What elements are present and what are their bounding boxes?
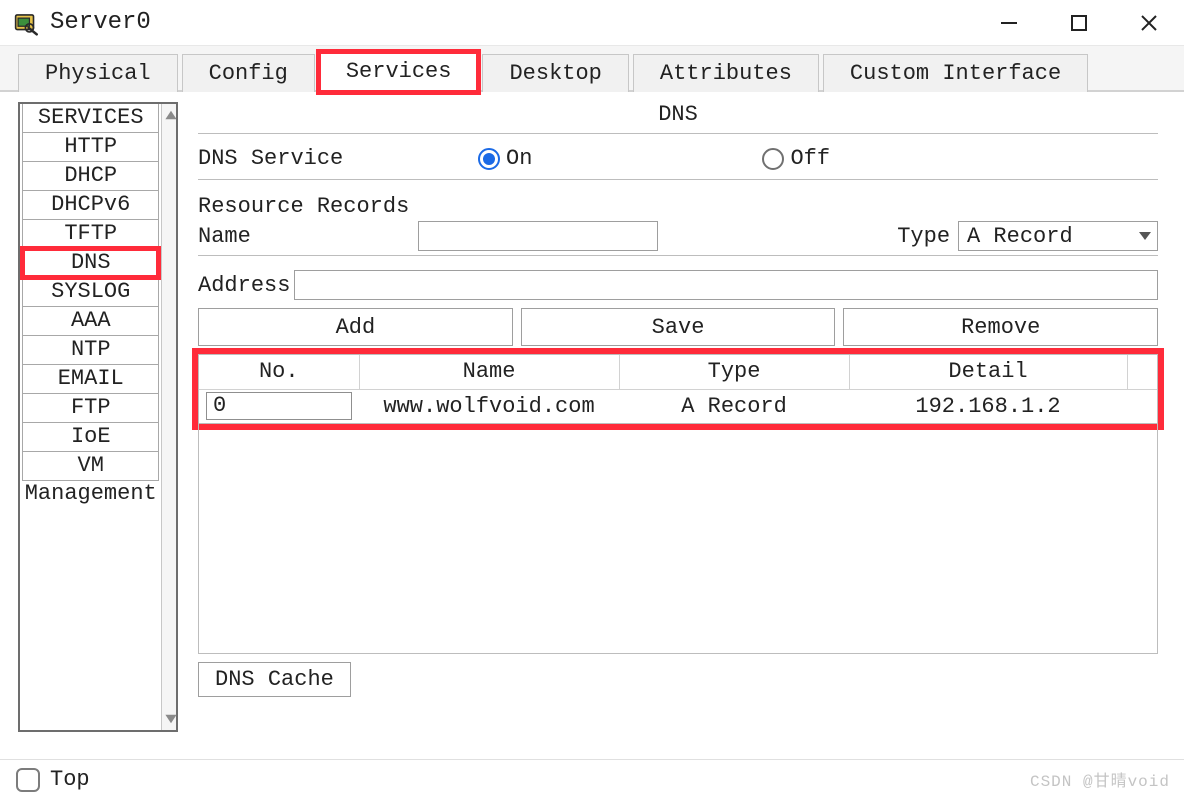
type-select-value: A Record <box>967 224 1073 249</box>
sidebar-scrollbar[interactable] <box>161 104 176 730</box>
radio-off-icon <box>762 148 784 170</box>
sidebar-item-http[interactable]: HTTP <box>22 132 159 162</box>
add-button[interactable]: Add <box>198 308 513 346</box>
close-button[interactable] <box>1114 0 1184 46</box>
footer: Top <box>0 759 1184 799</box>
type-select[interactable]: A Record <box>958 221 1158 251</box>
watermark: CSDN @甘晴void <box>1030 767 1170 791</box>
panel-title: DNS <box>198 102 1158 134</box>
tab-physical[interactable]: Physical <box>18 54 178 92</box>
cell-name: www.wolfvoid.com <box>359 389 619 423</box>
scroll-down-icon <box>164 712 178 726</box>
sidebar-item-syslog[interactable]: SYSLOG <box>22 277 159 307</box>
col-type[interactable]: Type <box>619 355 849 389</box>
name-label: Name <box>198 224 308 249</box>
sidebar-item-ftp[interactable]: FTP <box>22 393 159 423</box>
col-no[interactable]: No. <box>199 355 359 389</box>
radio-off-label: Off <box>790 146 830 171</box>
top-label: Top <box>50 767 90 792</box>
save-button[interactable]: Save <box>521 308 836 346</box>
resource-records-title: Resource Records <box>198 194 1158 219</box>
window-controls <box>974 0 1184 46</box>
address-label: Address <box>198 273 290 298</box>
radio-on-icon <box>478 148 500 170</box>
dns-service-off[interactable]: Off <box>762 146 830 171</box>
dns-cache-button[interactable]: DNS Cache <box>198 662 351 697</box>
sidebar-item-aaa[interactable]: AAA <box>22 306 159 336</box>
dns-service-label: DNS Service <box>198 146 478 171</box>
records-empty-area[interactable] <box>198 424 1158 654</box>
table-row[interactable]: 0 www.wolfvoid.com A Record 192.168.1.2 <box>199 389 1157 423</box>
sidebar-item-dhcpv6[interactable]: DHCPv6 <box>22 190 159 220</box>
tab-services[interactable]: Services <box>319 52 479 92</box>
top-checkbox[interactable] <box>16 768 40 792</box>
titlebar: Server0 <box>0 0 1184 46</box>
col-detail[interactable]: Detail <box>849 355 1127 389</box>
dns-service-on[interactable]: On <box>478 146 532 171</box>
table-header-row: No. Name Type Detail <box>199 355 1157 389</box>
cell-detail: 192.168.1.2 <box>849 389 1127 423</box>
col-spacer <box>1127 355 1157 389</box>
dns-panel: DNS DNS Service On Off Resource Records … <box>182 92 1184 759</box>
app-icon <box>14 10 40 36</box>
tab-custom-interface[interactable]: Custom Interface <box>823 54 1088 92</box>
sidebar-item-services-header[interactable]: SERVICES <box>22 104 159 133</box>
address-input[interactable] <box>294 270 1158 300</box>
sidebar-item-vm-management[interactable]: VM Management <box>22 451 159 481</box>
cell-no: 0 <box>206 392 352 420</box>
minimize-button[interactable] <box>974 0 1044 46</box>
records-table: No. Name Type Detail 0 www.wolfvoid.com … <box>198 354 1158 424</box>
remove-button[interactable]: Remove <box>843 308 1158 346</box>
sidebar-item-ioe[interactable]: IoE <box>22 422 159 452</box>
tab-desktop[interactable]: Desktop <box>482 54 628 92</box>
sidebar-item-ntp[interactable]: NTP <box>22 335 159 365</box>
tab-attributes[interactable]: Attributes <box>633 54 819 92</box>
tab-bar: Physical Config Services Desktop Attribu… <box>0 46 1184 92</box>
col-name[interactable]: Name <box>359 355 619 389</box>
tab-config[interactable]: Config <box>182 54 315 92</box>
cell-type: A Record <box>619 389 849 423</box>
name-input[interactable] <box>418 221 658 251</box>
sidebar-item-tftp[interactable]: TFTP <box>22 219 159 249</box>
services-sidebar: SERVICES HTTP DHCP DHCPv6 TFTP DNS SYSLO… <box>18 102 178 732</box>
type-label: Type <box>897 224 950 249</box>
sidebar-item-dhcp[interactable]: DHCP <box>22 161 159 191</box>
maximize-button[interactable] <box>1044 0 1114 46</box>
scroll-up-icon <box>164 108 178 122</box>
sidebar-item-dns[interactable]: DNS <box>22 248 159 278</box>
sidebar-item-email[interactable]: EMAIL <box>22 364 159 394</box>
window-title: Server0 <box>50 9 151 36</box>
chevron-down-icon <box>1139 232 1151 240</box>
radio-on-label: On <box>506 146 532 171</box>
